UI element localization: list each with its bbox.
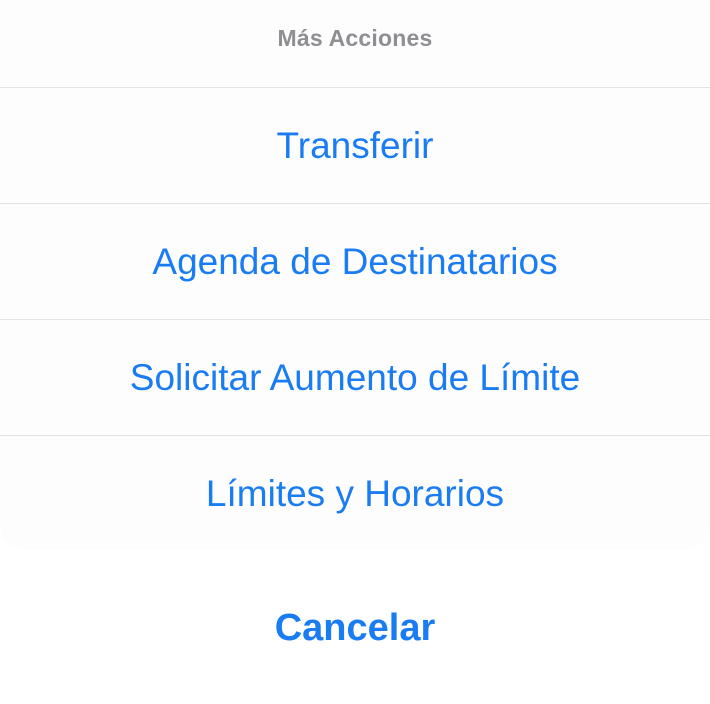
action-sheet-header: Más Acciones xyxy=(0,0,710,88)
cancel-button[interactable]: Cancelar xyxy=(0,557,710,699)
action-group: Más Acciones Transferir Agenda de Destin… xyxy=(0,0,710,550)
transfer-action-button[interactable]: Transferir xyxy=(0,88,710,204)
action-sheet: Más Acciones Transferir Agenda de Destin… xyxy=(0,0,710,704)
limits-and-hours-action-button[interactable]: Límites y Horarios xyxy=(0,436,710,550)
request-limit-increase-action-button[interactable]: Solicitar Aumento de Límite xyxy=(0,320,710,436)
action-sheet-title: Más Acciones xyxy=(277,25,433,51)
recipients-book-action-button[interactable]: Agenda de Destinatarios xyxy=(0,204,710,320)
cancel-group: Cancelar xyxy=(0,562,710,704)
